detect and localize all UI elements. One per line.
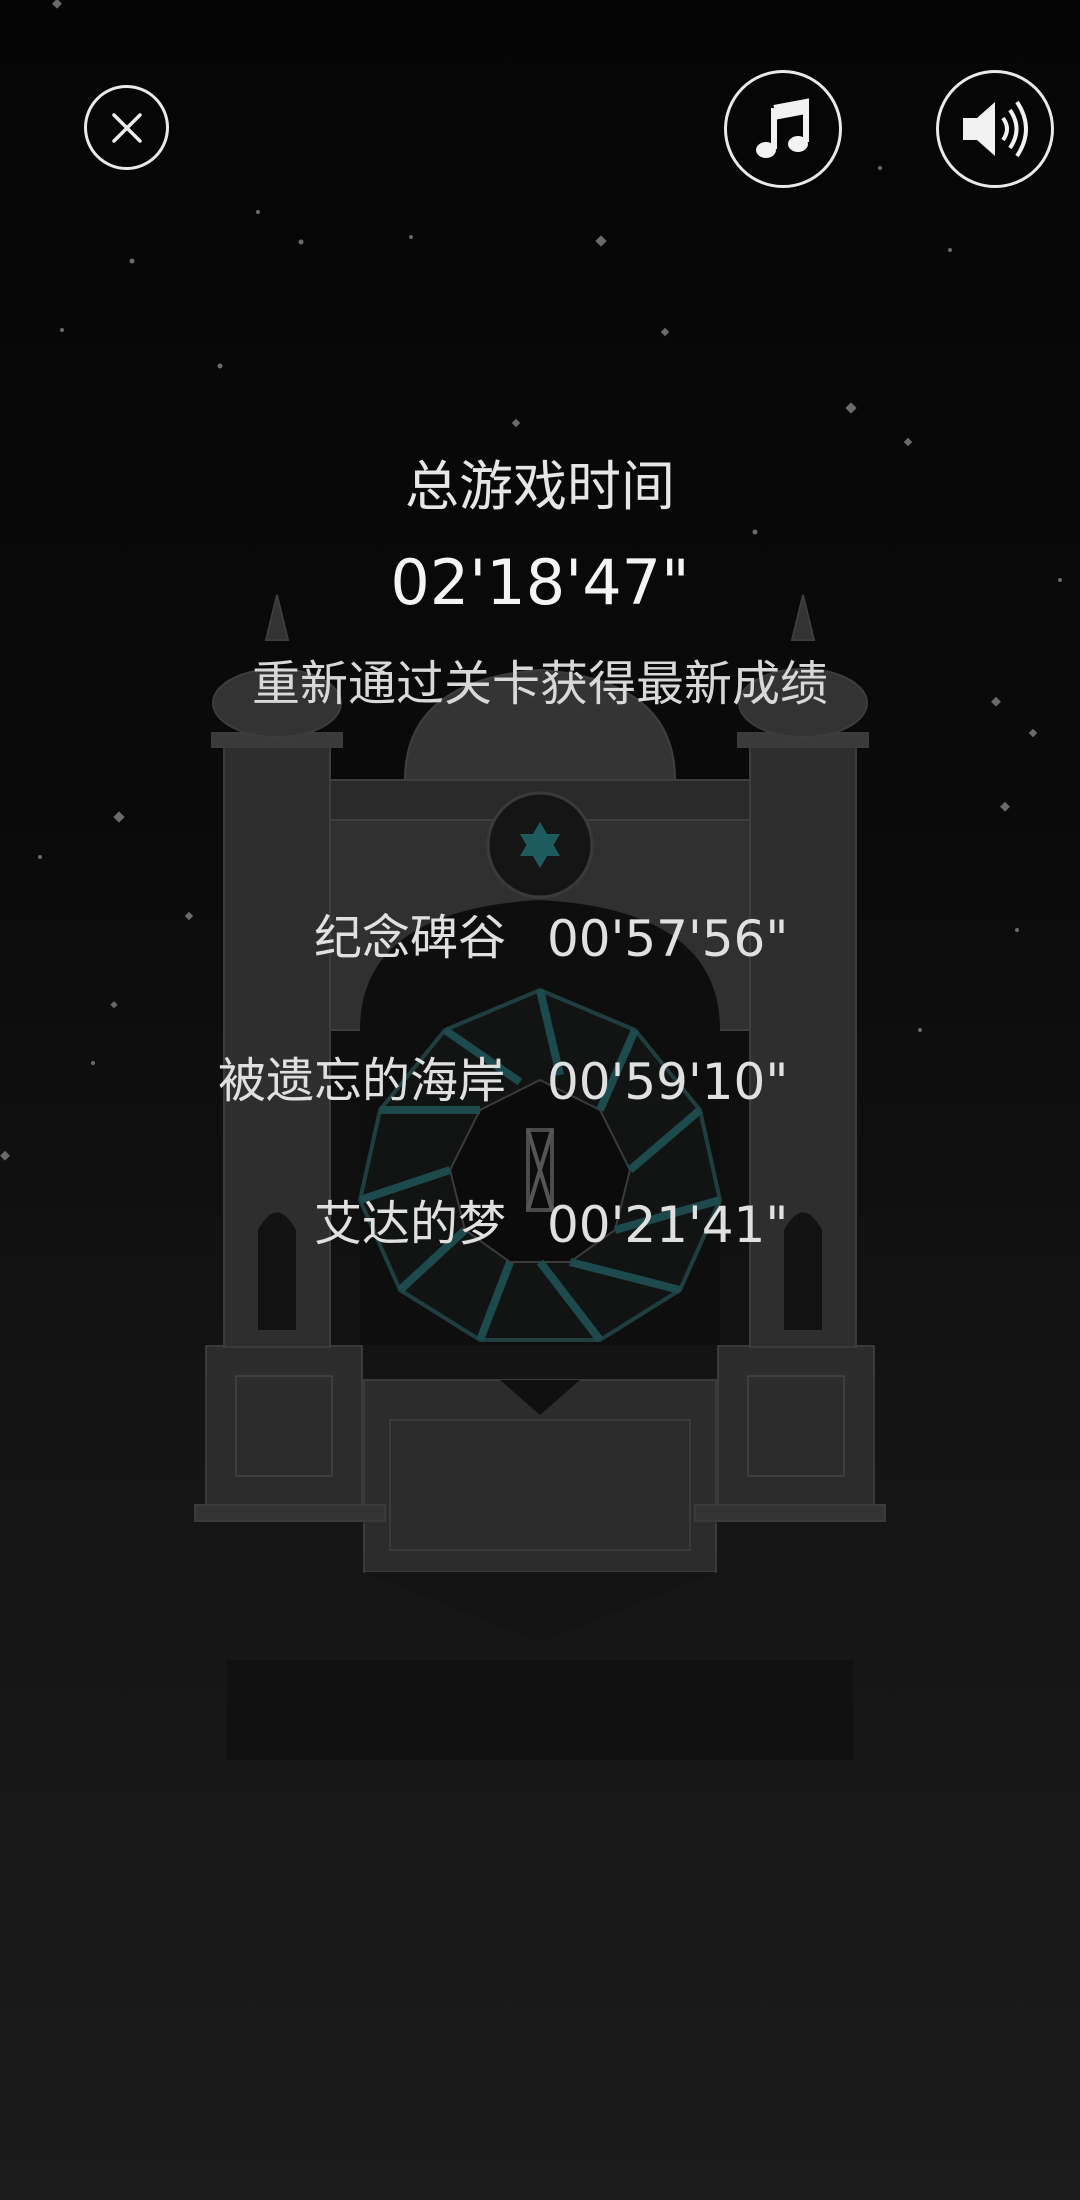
game-screen: 总游戏时间 02'18'47" 重新通过关卡获得最新成绩 纪念碑谷 00'57'… (0, 0, 1080, 2200)
level-time: 00'21'41" (547, 1196, 789, 1254)
speaker-volume-icon (963, 100, 1028, 158)
music-toggle-button[interactable] (724, 70, 842, 188)
close-button[interactable] (84, 85, 169, 170)
total-playtime-value: 02'18'47" (390, 546, 690, 619)
level-time: 00'59'10" (547, 1053, 789, 1111)
total-playtime-label: 总游戏时间 (405, 455, 675, 518)
level-time: 00'57'56" (547, 910, 789, 968)
level-name: 艾达的梦 (313, 1196, 506, 1252)
level-name: 纪念碑谷 (313, 910, 506, 966)
close-icon (111, 112, 142, 143)
sound-toggle-button[interactable] (936, 70, 1054, 188)
replay-hint-text: 重新通过关卡获得最新成绩 (251, 656, 828, 712)
music-note-icon (756, 98, 809, 158)
monument-artwork (0, 0, 1062, 1760)
level-name: 被遗忘的海岸 (217, 1053, 506, 1109)
